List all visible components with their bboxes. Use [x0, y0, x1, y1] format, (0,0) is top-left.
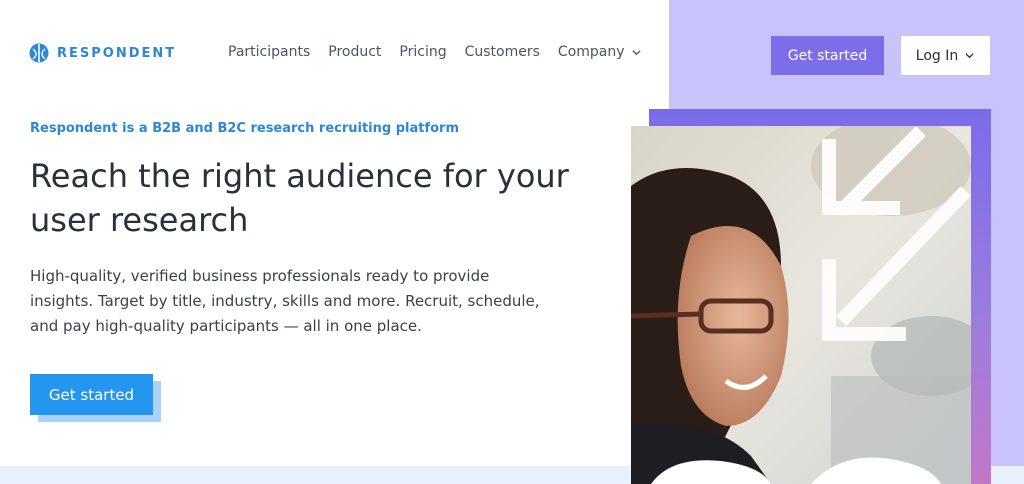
respondent-logo-icon — [29, 43, 49, 63]
hero-photo-illustration — [631, 126, 971, 484]
headline-part-1: Reach the — [30, 157, 201, 195]
hero-headline: Reach the right audience for your user r… — [30, 154, 590, 242]
chevron-down-icon — [631, 49, 641, 55]
login-label: Log In — [915, 47, 959, 64]
brand-name: RESPONDENT — [57, 45, 177, 61]
headline-highlight: right audience — [197, 154, 436, 198]
hero-eyebrow: Respondent is a B2B and B2C research rec… — [30, 121, 460, 136]
nav-company-label: Company — [557, 44, 625, 60]
nav-customers[interactable]: Customers — [465, 44, 540, 60]
hero-get-started-button[interactable]: Get started — [30, 374, 153, 415]
nav-product[interactable]: Product — [328, 44, 381, 60]
nav-participants[interactable]: Participants — [228, 44, 310, 60]
nav-pricing[interactable]: Pricing — [399, 44, 446, 60]
main-nav: Participants Product Pricing Customers C… — [228, 44, 642, 60]
nav-company[interactable]: Company — [558, 44, 642, 60]
brand-logo[interactable]: RESPONDENT — [29, 43, 176, 63]
login-button[interactable]: Log In — [901, 36, 990, 75]
chevron-down-icon — [965, 53, 974, 59]
header-get-started-button[interactable]: Get started — [771, 36, 884, 75]
hero-photo — [631, 126, 971, 484]
hero-description: High-quality, verified business professi… — [30, 267, 540, 335]
